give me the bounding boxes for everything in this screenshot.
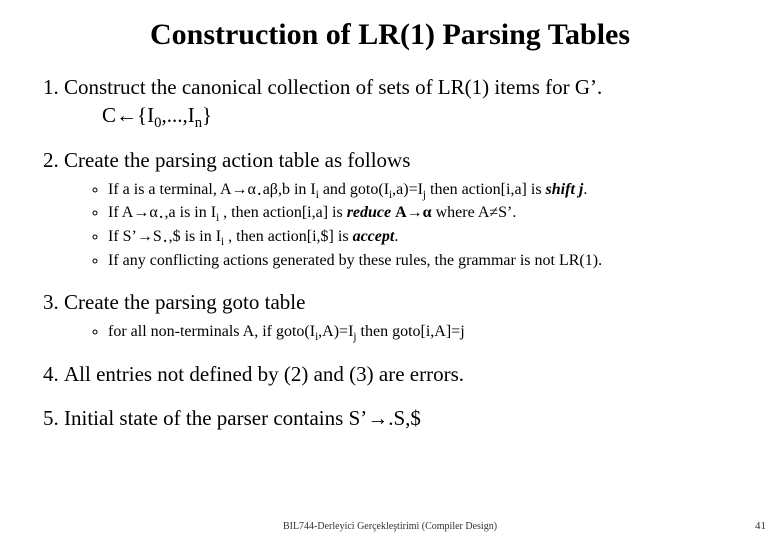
slide: Construction of LR(1) Parsing Tables Con… [0,0,780,540]
item-3-text: Create the parsing goto table [64,290,305,314]
item-5: Initial state of the parser contains S’→… [64,405,744,431]
item-4-text: All entries not defined by (2) and (3) a… [64,362,464,386]
item-2: Create the parsing action table as follo… [64,147,744,272]
item-4: All entries not defined by (2) and (3) a… [64,361,744,387]
main-list: Construct the canonical collection of se… [36,74,744,431]
item-3-bullets: for all non-terminals A, if goto(Ii,A)=I… [64,321,744,343]
slide-title: Construction of LR(1) Parsing Tables [36,18,744,52]
item-2-bullet-4: If any conflicting actions generated by … [108,250,744,272]
item-2-bullet-1: If a is a terminal, A→α.aβ,b in Ii and g… [108,179,744,201]
item-2-bullet-2: If A→α.,a is in Ii , then action[i,a] is… [108,202,744,224]
item-3-bullet-1: for all non-terminals A, if goto(Ii,A)=I… [108,321,744,343]
item-3: Create the parsing goto table for all no… [64,289,744,343]
page-number: 41 [755,520,766,532]
item-2-bullet-3: If S’→S.,$ is in Ii , then action[i,$] i… [108,226,744,248]
item-5-text: Initial state of the parser contains S’→… [64,406,421,430]
item-1-text: Construct the canonical collection of se… [64,75,602,99]
item-1-indent: C←{I0,...,In} [102,102,744,128]
item-2-bullets: If a is a terminal, A→α.aβ,b in Ii and g… [64,179,744,271]
footer-course: BIL744-Derleyici Gerçekleştirimi (Compil… [0,521,780,532]
item-2-text: Create the parsing action table as follo… [64,148,410,172]
item-1: Construct the canonical collection of se… [64,74,744,129]
